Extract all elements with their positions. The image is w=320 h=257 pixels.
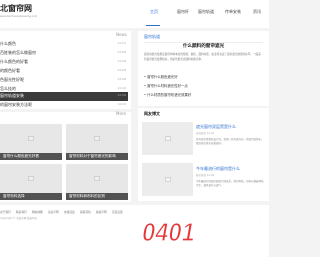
footer-link[interactable]: 关于我们 xyxy=(0,210,11,214)
list-item-text[interactable]: 的窗帘安装方法呢 xyxy=(0,102,32,108)
article-body: 窗帘的遮光效果是窗帘布料本身的性能，颜色、面料材质、织法等决定了窗帘遮光效果的好… xyxy=(144,53,261,61)
list-item-date: 12-09 xyxy=(117,86,126,90)
footer-link[interactable]: 免责声明 xyxy=(48,210,59,214)
article-section-heading[interactable]: 窗帘轨道 xyxy=(144,34,160,40)
list-item-date: 12-09 xyxy=(117,102,126,106)
list-item[interactable]: 的窗帘安装方法呢 12-09 xyxy=(0,101,128,110)
image-card[interactable]: 窗帘布料选择 xyxy=(0,164,62,200)
image-card[interactable]: 窗帘材料对于窗帘遮光的影响 xyxy=(66,124,128,160)
image-placeholder-icon xyxy=(164,136,171,141)
image-placeholder-icon xyxy=(164,177,171,182)
post-excerpt: 今年最流行的窗帘颜色为浅色系，简约风格，布料以棉麻材质为主，兼具遮光与透气。 xyxy=(196,180,264,188)
list-item-date: 12-09 xyxy=(117,93,126,97)
news-list-panel: News 什么颜色 12-01 百姓装的怎么做窗帘 12-08 什么颜色的好看 … xyxy=(0,31,131,109)
list-item[interactable]: 什么颜色 12-01 xyxy=(0,40,128,49)
list-item[interactable]: 窗帘轨道安装 12-09 xyxy=(0,92,128,101)
featured-article-panel: 窗帘轨道 什么颜料的窗帘遮光 窗帘的遮光效果是窗帘布料本身的性能，颜色、面料材质… xyxy=(138,31,269,106)
image-caption[interactable]: 窗帘布料选择 xyxy=(0,193,62,200)
nav-active-indicator xyxy=(146,25,160,26)
list-item[interactable]: 的颜色好看 12-08 xyxy=(0,67,128,76)
article-link-text[interactable]: 窗帘什么材料遮光性好一点 xyxy=(147,84,188,88)
list-item-date: 12-01 xyxy=(117,41,126,45)
image-caption[interactable]: 窗帘材料和布料的区别 xyxy=(66,193,128,200)
list-item-date: 12-08 xyxy=(117,50,126,54)
nav-home[interactable]: 主页 xyxy=(150,9,158,15)
article-title[interactable]: 什么颜料的窗帘遮光 xyxy=(138,43,269,49)
post-meta: 窗帘款式 12-04 xyxy=(196,174,215,177)
list-item-text[interactable]: 百姓装的怎么做窗帘 xyxy=(0,50,36,56)
image-grid-title: More xyxy=(116,111,126,116)
recommended-posts-panel: 网友博文 遮光窗帘双层黑是什么 遮光窗帘 12-04 遮光窗帘是双层设计的，里面… xyxy=(138,108,269,201)
image-placeholder-icon xyxy=(28,175,34,181)
post-title[interactable]: 今年最流行的窗帘是什么 xyxy=(196,166,240,172)
list-item-date: 12-08 xyxy=(117,77,126,81)
footer-link[interactable]: 版权声明 xyxy=(96,210,107,214)
image-caption[interactable]: 窗帘材料对于窗帘遮光的影响 xyxy=(66,153,128,160)
list-item-text[interactable]: 的颜色好看 xyxy=(0,68,20,74)
list-item-text[interactable]: 色窗光性好呢 xyxy=(0,77,24,83)
nav-curtain-rod[interactable]: 窗帘杆 xyxy=(177,9,189,15)
watermark-logo: 0401号航库 xyxy=(141,216,268,247)
post-thumbnail[interactable] xyxy=(142,122,193,155)
article-link[interactable]: • 什么材质的窗帘布遮光效果好 xyxy=(144,92,191,97)
nav-installation[interactable]: 传单安装 xyxy=(225,9,241,15)
list-item-text[interactable]: 什么颜色的好看 xyxy=(0,59,28,65)
watermark-text: 0401号航库 xyxy=(142,217,268,247)
post-thumbnail[interactable] xyxy=(142,163,193,196)
image-placeholder-icon xyxy=(94,175,100,181)
footer-link[interactable]: 网站地图 xyxy=(32,210,43,214)
article-link-text[interactable]: 窗帘什么颜色遮光好 xyxy=(147,75,178,79)
list-item-text[interactable]: 什么颜色 xyxy=(0,41,16,47)
recommended-heading: 网友博文 xyxy=(144,111,160,116)
image-placeholder-icon xyxy=(28,135,34,141)
image-caption[interactable]: 窗帘什么颜色遮光好看 xyxy=(0,153,62,160)
footer-link[interactable]: 友情链接 xyxy=(64,210,75,214)
nav-curtain-track[interactable]: 窗帘轨道 xyxy=(198,9,214,15)
list-item-date: 12-08 xyxy=(117,59,126,63)
image-grid-panel: More 窗帘什么颜色遮光好看 窗帘材料对于窗帘遮光的影响 窗帘布料选择 窗帘材… xyxy=(0,111,131,202)
footer-link[interactable]: 投稿须知 xyxy=(80,210,91,214)
site-url: www.beichuanglianwang.com xyxy=(0,15,38,18)
nav-news[interactable]: 资讯 xyxy=(253,9,261,15)
article-link-text[interactable]: 什么材质的窗帘布遮光效果好 xyxy=(147,93,191,97)
site-header: 北窗帘网 www.beichuanglianwang.com 主页 窗帘杆 窗帘… xyxy=(0,0,269,28)
footer-link[interactable]: 联系我们 xyxy=(16,210,27,214)
news-list-title: News xyxy=(116,32,127,37)
site-logo[interactable]: 北窗帘网 xyxy=(0,3,32,14)
list-item[interactable]: 什么颜色的好看 12-08 xyxy=(0,58,128,67)
footer-copyright: Copyright © 北窗帘网 版权所有 xyxy=(0,217,38,220)
page: 北窗帘网 www.beichuanglianwang.com 主页 窗帘杆 窗帘… xyxy=(0,0,269,257)
list-item[interactable]: 百姓装的怎么做窗帘 12-08 xyxy=(0,49,128,58)
post-title[interactable]: 遮光窗帘双层黑是什么 xyxy=(196,124,236,130)
article-link[interactable]: • 窗帘什么材料遮光性好一点 xyxy=(144,83,188,88)
footer-link[interactable]: 意见反馈 xyxy=(112,210,123,214)
image-card[interactable]: 窗帘材料和布料的区别 xyxy=(66,164,128,200)
list-item[interactable]: 色窗光性好呢 12-08 xyxy=(0,76,128,85)
list-item-date: 12-08 xyxy=(117,68,126,72)
list-item-text[interactable]: 窗帘轨道安装 xyxy=(0,93,24,99)
image-card[interactable]: 窗帘什么颜色遮光好看 xyxy=(0,124,62,160)
post-excerpt: 遮光窗帘是双层设计的，里面一层为遮光布，外面为装饰布，双层窗帘遮光效果更好。 xyxy=(196,138,264,146)
post-meta: 遮光窗帘 12-04 xyxy=(196,132,215,135)
image-placeholder-icon xyxy=(94,135,100,141)
article-link[interactable]: • 窗帘什么颜色遮光好 xyxy=(144,74,178,79)
